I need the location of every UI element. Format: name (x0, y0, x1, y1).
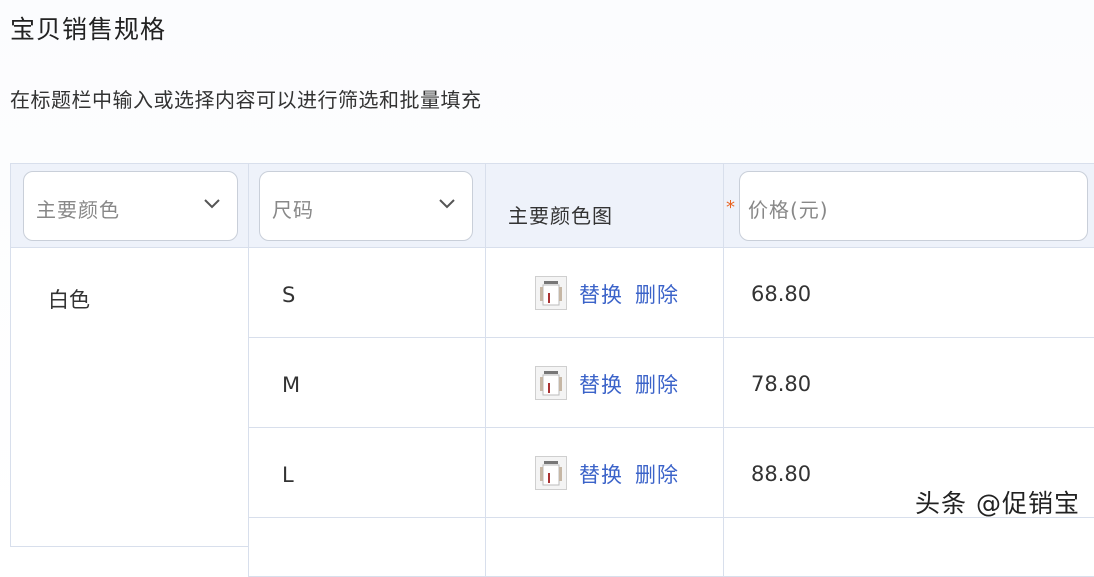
section-title: 宝贝销售规格 (10, 15, 167, 44)
size-select-label: 尺码 (272, 198, 314, 222)
color-select-label: 主要颜色 (36, 198, 120, 222)
price-cell[interactable]: 68.80 (723, 247, 1094, 338)
price-input[interactable]: 价格(元) (739, 171, 1088, 241)
color-image-cell (485, 517, 724, 577)
filter-hint-text: 在标题栏中输入或选择内容可以进行筛选和批量填充 (10, 88, 482, 112)
chevron-down-icon (439, 199, 455, 209)
color-select[interactable]: 主要颜色 (23, 171, 238, 241)
delete-image-link[interactable]: 删除 (635, 459, 679, 489)
replace-image-link[interactable]: 替换 (579, 459, 623, 489)
shirt-thumbnail-icon (535, 456, 567, 490)
price-cell (723, 517, 1094, 577)
header-cell-color: 主要颜色 (10, 163, 249, 248)
required-mark: * (726, 197, 735, 218)
color-image-cell: 替换 删除 (485, 247, 724, 338)
chevron-down-icon (204, 199, 220, 209)
header-cell-price: * 价格(元) (723, 163, 1094, 248)
header-cell-color-image: 主要颜色图 (485, 163, 724, 248)
replace-image-link[interactable]: 替换 (579, 279, 623, 309)
price-value: 78.80 (751, 372, 812, 396)
table-row: L (248, 427, 486, 518)
price-value: 68.80 (751, 282, 812, 306)
size-value: L (282, 463, 294, 487)
delete-image-link[interactable]: 删除 (635, 279, 679, 309)
color-image-cell: 替换 删除 (485, 337, 724, 428)
delete-image-link[interactable]: 删除 (635, 369, 679, 399)
replace-image-link[interactable]: 替换 (579, 369, 623, 399)
size-value: S (282, 283, 296, 307)
price-cell[interactable]: 78.80 (723, 337, 1094, 428)
shirt-thumbnail-icon (535, 276, 567, 310)
color-image-cell: 替换 删除 (485, 427, 724, 518)
table-row: S (248, 247, 486, 338)
price-input-placeholder: 价格(元) (748, 198, 829, 222)
table-row: M (248, 337, 486, 428)
price-value: 88.80 (751, 462, 812, 486)
size-select[interactable]: 尺码 (259, 171, 473, 241)
watermark-text: 头条 @促销宝 (915, 489, 1080, 518)
shirt-thumbnail-icon (535, 366, 567, 400)
page: 宝贝销售规格 在标题栏中输入或选择内容可以进行筛选和批量填充 主要颜色 尺码 主… (0, 0, 1094, 577)
table-row (248, 517, 486, 577)
size-value: M (282, 373, 301, 397)
color-group-cell: 白色 (10, 247, 249, 547)
color-image-header: 主要颜色图 (508, 204, 613, 228)
header-cell-size: 尺码 (248, 163, 486, 248)
color-value: 白色 (48, 288, 90, 312)
